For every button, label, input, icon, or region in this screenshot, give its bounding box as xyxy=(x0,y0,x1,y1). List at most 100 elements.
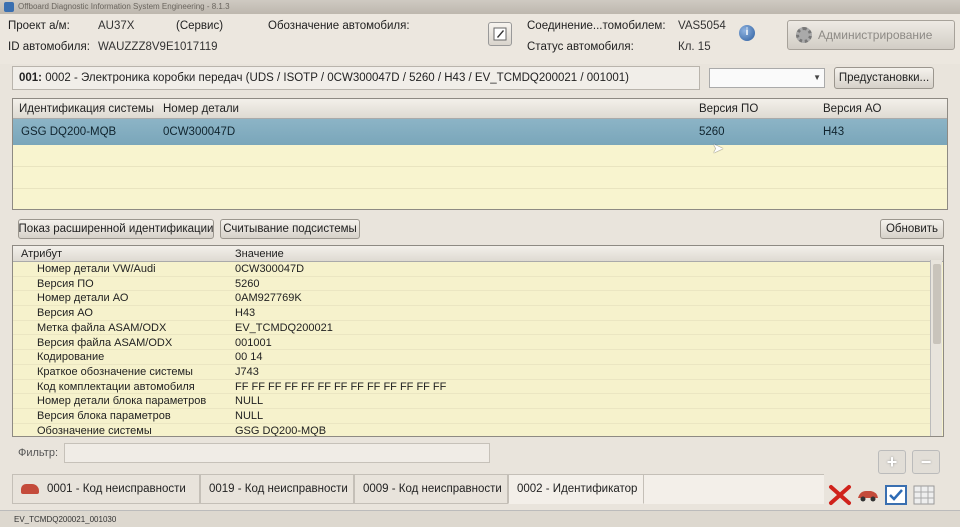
result-tabs: 0001 - Код неисправности 0019 - Код неис… xyxy=(12,474,652,504)
attribute-value: 0AM927769K xyxy=(235,292,302,305)
tab-label: 0019 - Код неисправности xyxy=(209,483,348,495)
window-title: Offboard Diagnostic Information System E… xyxy=(18,2,230,11)
extended-identification-button[interactable]: Показ расширенной идентификации xyxy=(18,219,214,239)
attribute-name: Версия ПО xyxy=(37,277,94,290)
mouse-cursor-icon: ➤ xyxy=(712,140,724,156)
attribute-row[interactable]: Версия блока параметров NULL xyxy=(13,409,931,424)
filter-label: Фильтр: xyxy=(18,447,59,459)
tab-content-area xyxy=(644,474,824,504)
tab-label: 0002 - Идентификатор xyxy=(517,483,638,495)
table-row-empty xyxy=(13,167,947,189)
plus-icon: + xyxy=(886,452,898,472)
administration-button[interactable]: Администрирование xyxy=(787,20,955,50)
attribute-value: 5260 xyxy=(235,277,260,290)
checklist-icon[interactable] xyxy=(884,484,908,506)
vehicle-id-label: ID автомобиля: xyxy=(8,41,90,53)
tab-0001-fault[interactable]: 0001 - Код неисправности xyxy=(12,474,200,504)
project-value: AU37X xyxy=(98,20,135,32)
attribute-value: 001001 xyxy=(235,336,272,349)
cell-sw-version: 5260 xyxy=(699,126,725,138)
preset-select[interactable]: ▼ xyxy=(709,68,825,88)
gear-icon xyxy=(796,27,812,43)
attribute-row[interactable]: Номер детали блока параметров NULL xyxy=(13,394,931,409)
attribute-value: J743 xyxy=(235,365,259,378)
project-label: Проект а/м: xyxy=(8,20,70,32)
service-label: (Сервис) xyxy=(176,20,224,32)
attribute-name: Кодирование xyxy=(37,351,105,364)
attribute-name: Номер детали АО xyxy=(37,292,129,305)
tab-0002-identification[interactable]: 0002 - Идентификатор ✕ xyxy=(508,474,652,504)
attribute-name: Обозначение системы xyxy=(37,424,152,437)
minus-icon: − xyxy=(920,452,932,472)
filter-input[interactable] xyxy=(64,443,490,463)
vehicle-status-label: Статус автомобиля: xyxy=(527,41,634,53)
attribute-name: Версия блока параметров xyxy=(37,410,171,422)
attribute-row[interactable]: Версия ПО 5260 xyxy=(13,277,931,292)
tab-0009-fault[interactable]: 0009 - Код неисправности xyxy=(354,474,508,504)
attribute-value: H43 xyxy=(235,307,256,320)
attribute-row[interactable]: Версия файла ASAM/ODX 001001 xyxy=(13,336,931,351)
cell-system-id: GSG DQ200-MQB xyxy=(21,126,117,138)
vehicle-header: Проект а/м: AU37X (Сервис) Обозначение а… xyxy=(0,14,960,64)
attribute-value: NULL xyxy=(235,410,264,422)
scrollbar-thumb[interactable] xyxy=(933,264,941,344)
attribute-value: FF FF FF FF FF FF FF FF FF FF FF FF FF xyxy=(235,380,447,393)
delete-icon[interactable] xyxy=(828,484,852,506)
attribute-row[interactable]: Номер детали VW/Audi 0CW300047D xyxy=(13,262,931,277)
system-path: 001: 0002 - Электроника коробки передач … xyxy=(12,66,700,90)
column-sw-version[interactable]: Версия ПО xyxy=(699,103,758,115)
attribute-value: NULL xyxy=(235,395,264,408)
attribute-value: GSG DQ200-MQB xyxy=(235,424,327,437)
cell-hw-version: H43 xyxy=(823,126,845,138)
attribute-row[interactable]: Обозначение системы GSG DQ200-MQB xyxy=(13,424,931,437)
attribute-value: EV_TCMDQ200021 xyxy=(235,321,333,334)
tab-0019-fault[interactable]: 0019 - Код неисправности xyxy=(200,474,354,504)
table-icon[interactable] xyxy=(912,484,936,506)
car-icon xyxy=(21,484,39,494)
app-icon xyxy=(4,2,14,12)
attribute-value: 0CW300047D xyxy=(235,263,305,275)
attribute-name: Версия АО xyxy=(37,307,93,320)
attribute-row[interactable]: Краткое обозначение системы J743 xyxy=(13,365,931,380)
edit-vehicle-button[interactable] xyxy=(488,22,512,46)
vehicle-id-value: WAUZZZ8V9E1017119 xyxy=(98,41,218,53)
attribute-row[interactable]: Код комплектации автомобиля FF FF FF FF F… xyxy=(13,380,931,395)
add-filter-button[interactable]: + xyxy=(878,450,906,474)
status-bar: EV_TCMDQ200021_001030 xyxy=(0,510,960,527)
attribute-value: 00 14 xyxy=(235,351,263,364)
attribute-name: Краткое обозначение системы xyxy=(37,365,193,378)
column-part-number[interactable]: Номер детали xyxy=(163,103,239,115)
identification-table-header: Идентификация системы Номер детали Верси… xyxy=(13,99,947,119)
cell-part-number: 0CW300047D xyxy=(163,126,236,138)
tab-label: 0001 - Код неисправности xyxy=(47,483,186,495)
column-attribute[interactable]: Атрибут xyxy=(21,248,62,260)
attribute-name: Номер детали VW/Audi xyxy=(37,263,156,275)
column-value[interactable]: Значение xyxy=(235,248,284,260)
column-hw-version[interactable]: Версия АО xyxy=(823,103,881,115)
attribute-row[interactable]: Метка файла ASAM/ODX EV_TCMDQ200021 xyxy=(13,321,931,336)
refresh-label: Обновить xyxy=(885,223,939,235)
read-subsystem-button[interactable]: Считывание подсистемы xyxy=(220,219,360,239)
column-system-id[interactable]: Идентификация системы xyxy=(19,103,154,115)
attribute-row[interactable]: Номер детали АО 0AM927769K xyxy=(13,291,931,307)
presets-label: Предустановки... xyxy=(838,72,930,84)
remove-filter-button[interactable]: − xyxy=(912,450,940,474)
info-icon[interactable]: i xyxy=(739,25,755,41)
vehicle-status-value: Кл. 15 xyxy=(678,41,711,53)
attribute-table: Атрибут Значение Номер детали VW/Audi 0CW… xyxy=(12,245,944,437)
read-subsystem-label: Считывание подсистемы xyxy=(223,223,357,235)
car-icon[interactable] xyxy=(856,484,880,506)
attribute-name: Метка файла ASAM/ODX xyxy=(37,321,167,334)
presets-button[interactable]: Предустановки... xyxy=(834,67,934,89)
refresh-button[interactable]: Обновить xyxy=(880,219,944,239)
attribute-name: Код комплектации автомобиля xyxy=(37,380,195,393)
tab-label: 0009 - Код неисправности xyxy=(363,483,502,495)
attribute-row[interactable]: Версия АО H43 xyxy=(13,306,931,321)
attribute-name: Версия файла ASAM/ODX xyxy=(37,336,173,349)
attribute-table-header: Атрибут Значение xyxy=(13,246,943,262)
identification-table: Идентификация системы Номер детали Верси… xyxy=(12,98,948,210)
attribute-scrollbar[interactable] xyxy=(930,260,942,436)
attribute-row[interactable]: Кодирование 00 14 xyxy=(13,350,931,365)
table-row-selected[interactable]: GSG DQ200-MQB 0CW300047D 5260 H43 xyxy=(13,119,947,145)
status-text: EV_TCMDQ200021_001030 xyxy=(14,515,117,524)
